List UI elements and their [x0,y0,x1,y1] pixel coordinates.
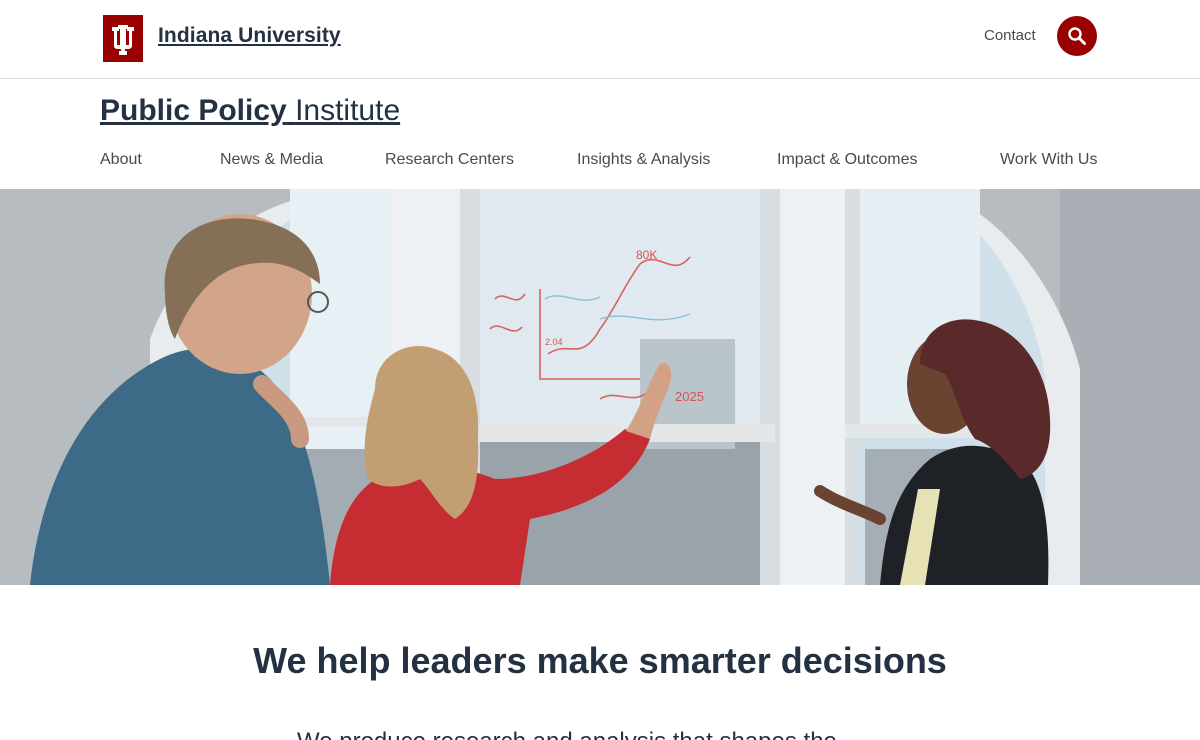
nav-item-research-centers[interactable]: Research Centers [385,151,514,169]
nav-item-insights-analysis[interactable]: Insights & Analysis [577,151,710,169]
site-title-light: Institute [295,94,401,127]
whiteboard-text-80k: 80K [636,248,657,262]
nav-item-about[interactable]: About [100,151,142,169]
iu-branding-bar: Indiana University Contact [0,0,1200,79]
hero-image: 80K 2025 2.04 [0,189,1200,585]
site-title-strong: Public Policy [100,94,287,127]
contact-link[interactable]: Contact [984,27,1036,44]
intro-body: We produce research and analysis that sh… [297,728,917,740]
iu-trident-icon[interactable] [103,15,143,62]
search-icon [1068,27,1086,45]
whiteboard-text-2025: 2025 [675,389,704,404]
nav-item-news-media[interactable]: News & Media [220,151,323,169]
whiteboard-text-204: 2.04 [545,337,563,347]
university-name[interactable]: Indiana University [158,24,341,48]
site-title[interactable]: Public Policy Institute [100,94,400,128]
nav-item-work-with-us[interactable]: Work With Us [1000,151,1097,169]
main-navigation: About News & Media Research Centers Insi… [0,151,1200,175]
search-button[interactable] [1057,16,1097,56]
intro-headline: We help leaders make smarter decisions [253,640,947,681]
nav-item-impact-outcomes[interactable]: Impact & Outcomes [777,151,918,169]
